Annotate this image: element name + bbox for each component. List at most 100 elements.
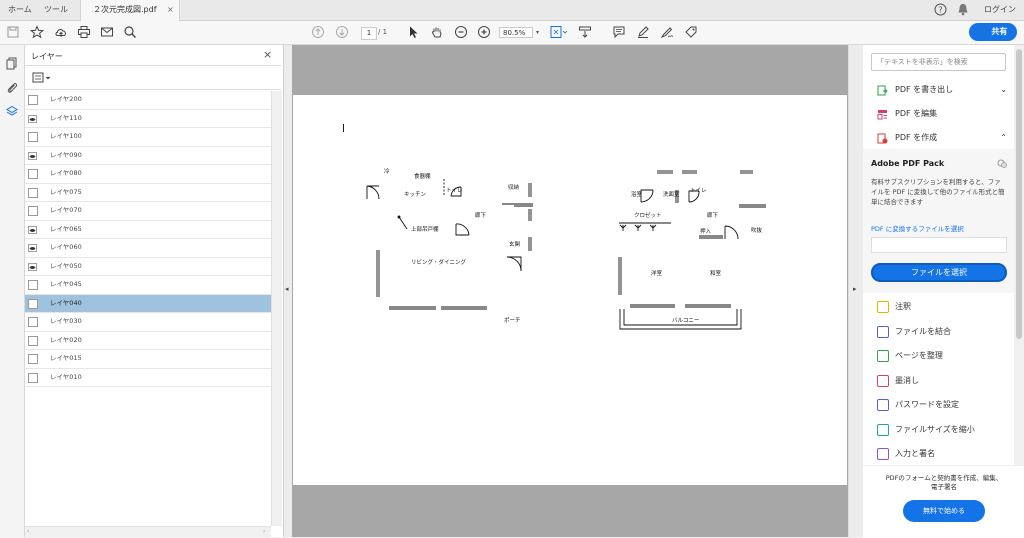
layer-visibility-checkbox[interactable] [28,317,38,327]
tool-item-set-password[interactable]: パスワードを設定 [871,395,1011,415]
layers-vertical-scrollbar[interactable] [271,91,282,526]
sign-icon[interactable] [660,25,674,39]
layer-visibility-checkbox[interactable] [28,372,38,383]
layer-row[interactable]: レイヤ050 [25,258,271,276]
prev-page-icon[interactable] [311,25,325,39]
attachment-icon[interactable] [6,81,18,94]
layer-visibility-eye-icon[interactable] [28,225,37,234]
pen-icon[interactable] [636,25,650,39]
tool-item-comment[interactable]: 注釈 [871,297,1011,317]
export-pdf-item[interactable]: PDF を書き出し ⌄ [871,80,1011,100]
zoom-level-select[interactable]: 80.5% [499,27,533,38]
help-icon[interactable]: ? [934,3,947,16]
start-free-button[interactable]: 無料で始める [903,500,985,522]
layer-visibility-checkbox[interactable] [28,298,38,309]
layer-visibility-checkbox[interactable] [28,354,38,364]
tool-item-organize-pages[interactable]: ページを整理 [871,346,1011,366]
convert-file-field[interactable] [871,237,1007,253]
layer-visibility-checkbox[interactable] [28,95,38,105]
select-cursor-icon[interactable] [406,25,420,39]
layer-row[interactable]: レイヤ080 [25,165,271,184]
login-link[interactable]: ログイン [984,0,1016,20]
layer-visibility-eye-icon[interactable] [28,262,37,271]
tool-item-combine-files[interactable]: ファイルを結合 [871,322,1011,342]
layers-icon[interactable] [6,105,18,118]
pages-thumbnail-icon[interactable] [6,57,18,70]
tool-item-fill-sign[interactable]: 入力と署名 [871,444,1011,464]
tools-pane-scroll-thumb[interactable] [1016,49,1022,339]
layer-row[interactable]: レイヤ200 [25,91,271,110]
page-number-input[interactable]: 1 [361,27,377,40]
layers-close-icon[interactable]: × [263,48,272,61]
scroll-left-arrow-icon[interactable]: ‹ [27,528,29,535]
document-viewport[interactable]: 冷 食器棚 キッチン トイレ 収納 廊下 上部吊戸棚 玄関 リビング・ダイニング… [292,45,848,537]
star-icon[interactable] [30,25,44,39]
cloud-upload-icon[interactable] [54,25,68,39]
save-icon[interactable] [6,25,20,39]
chevron-up-icon[interactable]: ⌃ [1000,128,1007,148]
tab-home[interactable]: ホーム [8,0,32,20]
zoom-out-icon[interactable] [454,25,468,39]
mail-icon[interactable] [100,25,114,39]
layer-visibility-checkbox[interactable] [28,132,38,142]
tool-item-compress[interactable]: ファイルサイズを縮小 [871,420,1011,440]
layer-visibility-eye-icon[interactable] [28,114,37,123]
plan-label: 冷 [384,169,390,175]
layer-row[interactable]: レイヤ015 [25,350,271,369]
zoom-in-icon[interactable] [477,25,491,39]
next-page-icon[interactable] [335,25,349,39]
layer-visibility-checkbox[interactable] [28,187,38,198]
tab-tools[interactable]: ツール [44,0,68,20]
layer-row[interactable]: レイヤ110 [25,110,271,128]
layer-visibility-checkbox[interactable] [28,335,38,346]
select-file-button[interactable]: ファイルを選択 [871,263,1007,282]
layer-row[interactable]: レイヤ030 [25,313,271,332]
bell-icon[interactable] [957,3,969,16]
comment-icon[interactable] [612,25,626,39]
share-button[interactable]: 👤 共有 [969,23,1017,41]
layer-row[interactable]: レイヤ040 [25,294,271,313]
scroll-mode-icon[interactable] [578,25,592,39]
tab-document[interactable]: ２次元完成図.pdf × [80,0,180,21]
layer-row[interactable]: レイヤ065 [25,221,271,239]
plan-label: クロゼット [634,213,662,219]
chevron-down-icon[interactable]: ⌄ [1000,80,1007,100]
pdf-page[interactable]: 冷 食器棚 キッチン トイレ 収納 廊下 上部吊戸棚 玄関 リビング・ダイニング… [293,95,847,485]
layer-row[interactable]: レイヤ020 [25,332,271,350]
scroll-right-arrow-icon[interactable]: › [263,528,265,535]
pdf-pack-select-link[interactable]: PDF に変換するファイルを選択 [871,223,964,233]
layer-row[interactable]: レイヤ070 [25,202,271,221]
tool-item-redact[interactable]: 墨消し [871,371,1011,391]
fit-page-icon[interactable] [549,25,569,39]
tools-pane-scrollbar[interactable] [1014,45,1024,465]
tab-close-icon[interactable]: × [167,0,174,20]
layer-visibility-eye-icon[interactable] [28,151,37,160]
layer-visibility-checkbox[interactable] [28,206,38,216]
hand-tool-icon[interactable] [430,25,444,39]
pack-info-icon[interactable] [997,159,1007,168]
layer-row[interactable]: レイヤ045 [25,276,271,295]
plan-label: リビング・ダイニング [411,260,467,266]
layer-row[interactable]: レイヤ100 [25,128,271,147]
search-icon[interactable] [123,25,137,39]
right-panel-collapse-handle[interactable]: ▸ [848,45,863,537]
tools-search-input[interactable]: 「テキストを非表示」を検索 [871,53,1006,71]
layer-visibility-checkbox[interactable] [28,280,38,290]
collapse-left-arrow-icon[interactable]: ◂ [285,285,289,293]
layer-row[interactable]: レイヤ090 [25,147,271,165]
tab-document-label: ２次元完成図.pdf [93,5,157,14]
layer-options-menu-icon[interactable] [32,72,54,84]
zoom-dropdown-chevron-icon[interactable]: ▾ [536,29,539,36]
layer-row[interactable]: レイヤ010 [25,369,271,387]
collapse-right-arrow-icon[interactable]: ▸ [853,285,857,293]
layer-visibility-eye-icon[interactable] [28,244,37,252]
layer-visibility-checkbox[interactable] [28,169,38,179]
create-pdf-item[interactable]: PDF を作成 ⌃ [871,128,1011,148]
print-icon[interactable] [77,25,91,39]
layers-horizontal-scrollbar[interactable]: ‹ › [25,526,271,537]
layer-row[interactable]: レイヤ060 [25,239,271,258]
layer-row[interactable]: レイヤ075 [25,184,271,202]
stamp-tag-icon[interactable] [684,25,698,39]
edit-pdf-item[interactable]: PDF を編集 [871,104,1011,124]
left-panel-collapse-handle[interactable]: ◂ [284,45,292,537]
